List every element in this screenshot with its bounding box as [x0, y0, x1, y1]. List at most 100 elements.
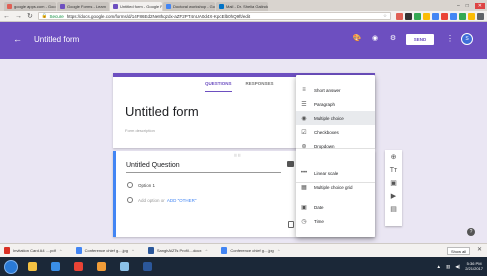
preview-eye-icon[interactable]: ◉	[370, 34, 380, 42]
menu-item-short-answer[interactable]: ≡ Short answer	[296, 83, 375, 97]
download-label: Invitation Card A4 ....pdf	[13, 248, 56, 253]
chevron-up-icon[interactable]: ^	[206, 248, 208, 253]
option-row: Option 1	[127, 182, 155, 188]
menu-item-label: Paragraph	[314, 101, 336, 107]
extension-icon[interactable]	[459, 12, 466, 20]
avatar[interactable]: S	[461, 33, 473, 45]
extension-icon[interactable]	[432, 12, 439, 20]
question-title-input[interactable]: Untitled Question	[126, 162, 281, 173]
back-arrow-icon[interactable]: ←	[13, 34, 22, 44]
calendar-icon: ▣	[301, 204, 307, 211]
internet-explorer-icon	[51, 262, 60, 271]
browser-tab[interactable]: Doctoral workshop - Goo×	[163, 2, 215, 11]
url-input[interactable]: 🔒 Secure https://docs.google.com/forms/d…	[37, 12, 391, 20]
menu-item-linear-scale[interactable]: ••• Linear scale	[296, 166, 375, 180]
more-options-icon[interactable]: ⋮	[446, 34, 454, 43]
extension-icon[interactable]	[468, 12, 475, 20]
browser-tab[interactable]: Google Forms - Learn×	[57, 2, 109, 11]
extension-icon[interactable]	[405, 12, 412, 20]
tab-label: Mail - Dr. Shelia Galindo	[226, 4, 268, 9]
extension-icon[interactable]	[477, 12, 484, 20]
word-icon	[143, 262, 152, 271]
download-item[interactable]: Conference chief g....jpg ^	[75, 247, 134, 254]
extension-icon[interactable]	[450, 12, 457, 20]
form-editor-area: QUESTIONS RESPONSES Untitled form Form d…	[0, 59, 487, 243]
close-icon[interactable]: ✕	[477, 246, 482, 253]
tab-responses[interactable]: RESPONSES	[246, 81, 274, 92]
download-label: SanghAiZTs Profil....docx	[156, 248, 202, 253]
add-image-icon[interactable]: ▣	[390, 180, 397, 187]
bookmark-star-icon[interactable]: ☆	[383, 13, 387, 19]
browser-tab[interactable]: Untitled form - Google F×	[110, 2, 162, 11]
volume-icon[interactable]: ◀)	[455, 264, 460, 270]
extension-icon[interactable]	[441, 12, 448, 20]
forward-arrow-icon[interactable]: →	[15, 13, 22, 20]
add-option-row: Add option or ADD "OTHER"	[127, 197, 197, 203]
extension-icon[interactable]	[423, 12, 430, 20]
extension-icon[interactable]	[414, 12, 421, 20]
chevron-up-icon[interactable]: ^	[60, 248, 62, 253]
form-title-input[interactable]: Untitled form	[125, 104, 199, 119]
tab-label: google apps.com - Goo	[14, 4, 56, 9]
question-type-menu: ≡ Short answer ☰ Paragraph ◉ Multiple choice ☑…	[296, 75, 375, 237]
word-taskbar-button[interactable]	[139, 259, 156, 274]
add-title-icon[interactable]: Tт	[390, 167, 397, 174]
settings-gear-icon[interactable]: ⚙	[388, 34, 398, 42]
tab-label: Doctoral workshop - Goo	[173, 4, 215, 9]
download-item[interactable]: Invitation Card A4 ....pdf ^	[4, 247, 62, 254]
maximize-button[interactable]: □	[466, 3, 469, 9]
menu-item-dropdown[interactable]: ⊛ Dropdown	[296, 139, 375, 153]
menu-item-checkboxes[interactable]: ☑ Checkboxes	[296, 125, 375, 139]
menu-item-time[interactable]: ◷ Time	[296, 214, 375, 228]
show-all-button[interactable]: Show all	[447, 247, 471, 255]
send-button[interactable]: SEND	[406, 34, 434, 45]
secure-label: Secure	[49, 13, 64, 19]
help-icon[interactable]: ?	[467, 228, 475, 236]
chevron-up-icon[interactable]: ^	[278, 248, 280, 253]
menu-item-label: Short answer	[314, 87, 341, 93]
add-video-icon[interactable]: ▶	[391, 193, 396, 200]
duplicate-icon[interactable]	[288, 221, 294, 228]
download-item[interactable]: SanghAiZTs Profil....docx ^	[147, 247, 208, 254]
clock[interactable]: 5:36 PM 2/21/2017	[465, 261, 483, 272]
menu-item-label: Multiple choice grid	[314, 184, 353, 190]
internet-explorer-taskbar-button[interactable]	[47, 259, 64, 274]
radio-icon	[127, 197, 133, 203]
chrome-taskbar-button[interactable]	[70, 259, 87, 274]
add-question-icon[interactable]: ⊕	[391, 154, 397, 161]
add-image-icon[interactable]	[287, 161, 294, 167]
add-option-input[interactable]: Add option	[138, 198, 160, 203]
linear-scale-icon: •••	[300, 170, 308, 176]
drag-handle-icon[interactable]: ⠿⠿	[234, 153, 242, 158]
close-window-button[interactable]: ✕	[474, 2, 485, 9]
browser-tab[interactable]: Mail - Dr. Shelia Galindo×	[216, 2, 268, 11]
minimize-button[interactable]: –	[457, 3, 460, 9]
form-description-input[interactable]: Form description	[125, 128, 155, 133]
palette-icon[interactable]: 🎨	[352, 34, 362, 42]
chevron-up-icon[interactable]: ^	[132, 248, 134, 253]
reload-icon[interactable]: ↻	[27, 13, 33, 20]
menu-item-multiple-choice-grid[interactable]: ▦ Multiple choice grid	[296, 180, 375, 194]
start-button[interactable]	[4, 259, 18, 274]
back-arrow-icon[interactable]: ←	[3, 13, 10, 20]
extensions-bar	[396, 12, 484, 20]
add-section-icon[interactable]: ▤	[390, 206, 397, 213]
media-player-taskbar-button[interactable]	[93, 259, 110, 274]
extension-icon[interactable]	[396, 12, 403, 20]
menu-item-label: Time	[314, 218, 324, 224]
option-1-input[interactable]: Option 1	[138, 183, 155, 188]
add-other-link[interactable]: ADD "OTHER"	[167, 198, 197, 203]
network-icon[interactable]: ▥	[446, 264, 450, 270]
file-explorer-taskbar-button[interactable]	[24, 259, 41, 274]
menu-item-multiple-choice[interactable]: ◉ Multiple choice	[296, 111, 375, 125]
up-arrow-icon[interactable]: ▲	[437, 264, 441, 269]
file-icon	[4, 247, 10, 254]
url-text: https://docs.google.com/forms/d/14F86Ed2…	[66, 13, 251, 19]
menu-item-date[interactable]: ▣ Date	[296, 200, 375, 214]
download-item[interactable]: Conference chief g....jpg ^	[221, 247, 280, 254]
tab-questions[interactable]: QUESTIONS	[205, 81, 232, 92]
photos-taskbar-button[interactable]	[116, 259, 133, 274]
browser-tab[interactable]: google apps.com - Goo×	[4, 2, 56, 11]
chrome-icon	[74, 262, 83, 271]
menu-item-paragraph[interactable]: ☰ Paragraph	[296, 97, 375, 111]
